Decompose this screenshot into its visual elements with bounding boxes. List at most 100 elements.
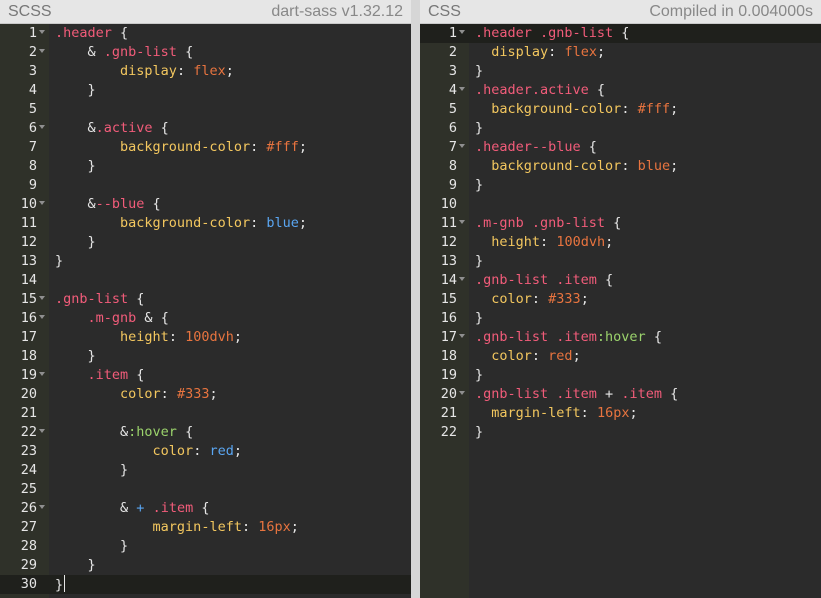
code-line[interactable]: 9 xyxy=(0,176,411,195)
fold-arrow-icon[interactable] xyxy=(459,87,465,91)
code-line[interactable]: 2 & .gnb-list { xyxy=(0,43,411,62)
fold-arrow-icon[interactable] xyxy=(39,125,45,129)
code-line[interactable]: 26 & + .item { xyxy=(0,499,411,518)
code-line[interactable]: 20 color: #333; xyxy=(0,385,411,404)
code-line[interactable]: 4 } xyxy=(0,81,411,100)
code-token: & xyxy=(55,196,96,212)
code-line[interactable]: 17 .gnb-list .item:hover { xyxy=(420,328,821,347)
fold-arrow-icon[interactable] xyxy=(459,144,465,148)
line-number: 17 xyxy=(20,329,37,345)
code-text: } xyxy=(55,157,96,176)
code-line[interactable]: 1 .header { xyxy=(0,24,411,43)
code-line[interactable]: 5 xyxy=(0,100,411,119)
fold-arrow-icon[interactable] xyxy=(459,334,465,338)
code-line[interactable]: 22 &:hover { xyxy=(0,423,411,442)
code-line[interactable]: 25 xyxy=(0,480,411,499)
code-line[interactable]: 13} xyxy=(420,252,821,271)
fold-arrow-icon[interactable] xyxy=(459,391,465,395)
css-output-panel: CSS Compiled in 0.004000s 1 .header .gnb-… xyxy=(420,0,821,598)
code-token: .header xyxy=(55,25,112,41)
code-line[interactable]: 15 .gnb-list { xyxy=(0,290,411,309)
code-text: color: #333; xyxy=(55,385,218,404)
code-line[interactable]: 4 .header.active { xyxy=(420,81,821,100)
code-text: } xyxy=(475,176,483,195)
code-line[interactable]: 13} xyxy=(0,252,411,271)
fold-arrow-icon[interactable] xyxy=(39,49,45,53)
code-line[interactable]: 30} xyxy=(0,575,411,594)
code-text: } xyxy=(55,347,96,366)
code-line[interactable]: 11 background-color: blue; xyxy=(0,214,411,233)
code-token: blue xyxy=(266,215,299,231)
code-line[interactable]: 20 .gnb-list .item + .item { xyxy=(420,385,821,404)
code-line[interactable]: 18 color: red; xyxy=(420,347,821,366)
code-line[interactable]: 8 } xyxy=(0,157,411,176)
code-token: { xyxy=(588,82,606,98)
code-line[interactable]: 6 &.active { xyxy=(0,119,411,138)
code-line[interactable]: 2 display: flex; xyxy=(420,43,821,62)
code-token: : xyxy=(168,329,186,345)
code-line[interactable]: 10 xyxy=(420,195,821,214)
code-line[interactable]: 6} xyxy=(420,119,821,138)
code-token: { xyxy=(128,367,145,383)
code-token: { xyxy=(144,196,161,212)
code-line[interactable]: 24 } xyxy=(0,461,411,480)
code-line[interactable]: 14 xyxy=(0,271,411,290)
line-number: 16 xyxy=(20,310,37,326)
code-line[interactable]: 22} xyxy=(420,423,821,442)
code-token: flex xyxy=(193,63,226,79)
fold-arrow-icon[interactable] xyxy=(459,30,465,34)
code-line[interactable]: 7 .header--blue { xyxy=(420,138,821,157)
code-line[interactable]: 3} xyxy=(420,62,821,81)
fold-arrow-icon[interactable] xyxy=(39,201,45,205)
fold-arrow-icon[interactable] xyxy=(459,220,465,224)
code-text: &:hover { xyxy=(55,423,193,442)
fold-arrow-icon[interactable] xyxy=(39,315,45,319)
code-line[interactable]: 28 } xyxy=(0,537,411,556)
code-line[interactable]: 3 display: flex; xyxy=(0,62,411,81)
code-text: } xyxy=(475,62,483,81)
line-number: 22 xyxy=(20,424,37,440)
scss-code-area[interactable]: 1 .header {2 & .gnb-list {3 display: flex… xyxy=(0,24,411,594)
code-line[interactable]: 7 background-color: #fff; xyxy=(0,138,411,157)
code-line[interactable]: 9} xyxy=(420,176,821,195)
css-code-area[interactable]: 1 .header .gnb-list {2 display: flex; 3} 4.… xyxy=(420,24,821,442)
code-token: { xyxy=(160,310,169,326)
code-token: { xyxy=(176,44,194,60)
code-token: background-color xyxy=(120,139,251,155)
code-line[interactable]: 23 color: red; xyxy=(0,442,411,461)
code-line[interactable]: 21 xyxy=(0,404,411,423)
text-cursor xyxy=(64,575,66,592)
code-line[interactable]: 12 } xyxy=(0,233,411,252)
code-line[interactable]: 29 } xyxy=(0,556,411,575)
code-line[interactable]: 19} xyxy=(420,366,821,385)
code-token: + xyxy=(596,386,622,402)
code-token: .gnb-list xyxy=(55,291,129,307)
panel-resize-divider[interactable] xyxy=(411,0,420,598)
fold-arrow-icon[interactable] xyxy=(39,30,45,34)
code-line[interactable]: 5 background-color: #fff; xyxy=(420,100,821,119)
fold-arrow-icon[interactable] xyxy=(39,296,45,300)
code-line[interactable]: 18 } xyxy=(0,347,411,366)
code-line[interactable]: 10 &--blue { xyxy=(0,195,411,214)
fold-arrow-icon[interactable] xyxy=(39,372,45,376)
code-line[interactable]: 21 margin-left: 16px; xyxy=(420,404,821,423)
code-line[interactable]: 11 .m-gnb .gnb-list { xyxy=(420,214,821,233)
code-line[interactable]: 19 .item { xyxy=(0,366,411,385)
code-line[interactable]: 14 .gnb-list .item { xyxy=(420,271,821,290)
code-line[interactable]: 16 .m-gnb & { xyxy=(0,309,411,328)
code-line[interactable]: 17 height: 100dvh; xyxy=(0,328,411,347)
line-number: 5 xyxy=(448,101,457,117)
code-line[interactable]: 16} xyxy=(420,309,821,328)
code-line[interactable]: 12 height: 100dvh; xyxy=(420,233,821,252)
fold-arrow-icon[interactable] xyxy=(39,429,45,433)
code-line[interactable]: 8 background-color: blue; xyxy=(420,157,821,176)
code-line[interactable]: 1 .header .gnb-list { xyxy=(420,24,821,43)
fold-arrow-icon[interactable] xyxy=(459,277,465,281)
code-line[interactable]: 15 color: #333; xyxy=(420,290,821,309)
code-line[interactable]: 27 margin-left: 16px; xyxy=(0,518,411,537)
code-token: } xyxy=(475,310,484,326)
fold-arrow-icon[interactable] xyxy=(39,505,45,509)
line-number: 21 xyxy=(440,405,457,421)
